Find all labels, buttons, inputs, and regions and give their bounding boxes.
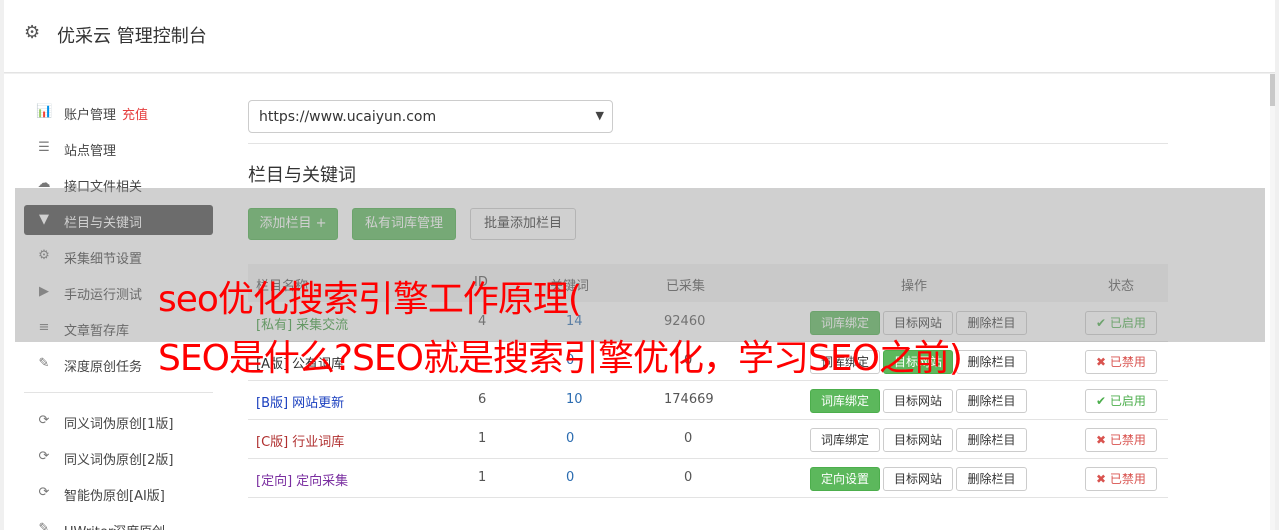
column-name-link[interactable]: [定向] 定向采集 bbox=[256, 470, 348, 489]
column-name: 行业词库 bbox=[292, 435, 345, 450]
cell-collected: 0 bbox=[684, 431, 693, 446]
app-header: ⚙ 优采云 管理控制台 bbox=[4, 0, 1275, 73]
cell-id: 1 bbox=[478, 470, 487, 485]
target-site-button[interactable]: 目标网站 bbox=[883, 467, 953, 491]
delete-column-button[interactable]: 删除栏目 bbox=[956, 428, 1027, 452]
server-icon: ☰ bbox=[38, 140, 50, 155]
status-label: 已禁用 bbox=[1109, 355, 1146, 369]
lib-bind-button[interactable]: 词库绑定 bbox=[810, 428, 880, 452]
sidebar-item-text: 深度原创任务 bbox=[64, 360, 143, 375]
lib-bind-button[interactable]: 词库绑定 bbox=[810, 389, 880, 413]
refresh-icon: ⟳ bbox=[38, 449, 50, 464]
sidebar-item-label: 站点管理 bbox=[64, 140, 116, 159]
sidebar-item-label: UWriter深度原创 bbox=[64, 521, 165, 530]
refresh-icon: ⟳ bbox=[38, 485, 50, 500]
sidebar-item-text: 账户管理 bbox=[64, 108, 117, 123]
sidebar-item-label: 深度原创任务 bbox=[64, 356, 142, 375]
edit-icon: ✎ bbox=[38, 356, 50, 371]
cell-words[interactable]: 0 bbox=[566, 470, 574, 485]
cross-icon: ✖ bbox=[1096, 472, 1110, 486]
chevron-down-icon: ▼ bbox=[595, 109, 604, 122]
column-tag: [B版] bbox=[256, 396, 289, 411]
table-row: [B版] 网站更新 6 10 174669 词库绑定 目标网站 删除栏目 ✔ 已启用 bbox=[248, 381, 1168, 420]
app-title: 优采云 管理控制台 bbox=[57, 26, 207, 47]
sidebar-item[interactable]: ⟳ 同义词伪原创[2版] bbox=[24, 442, 213, 472]
lib-bind-button[interactable]: 定向设置 bbox=[810, 467, 880, 491]
sidebar-item[interactable]: 📊 账户管理 充值 bbox=[24, 97, 213, 127]
sidebar-item-label: 同义词伪原创[2版] bbox=[64, 449, 173, 468]
column-name-link[interactable]: [B版] 网站更新 bbox=[256, 392, 344, 411]
sidebar-item-text: 智能伪原创[AI版] bbox=[64, 489, 165, 504]
sidebar-item-label: 智能伪原创[AI版] bbox=[64, 485, 165, 504]
sidebar-item-text: 同义词伪原创[1版] bbox=[64, 417, 174, 432]
disabled-toggle[interactable]: ✖ 已禁用 bbox=[1085, 467, 1157, 491]
refresh-icon: ⟳ bbox=[38, 413, 50, 428]
status-label: 已禁用 bbox=[1109, 433, 1146, 447]
sidebar-item[interactable]: ⟳ 同义词伪原创[1版] bbox=[24, 406, 213, 436]
sidebar-item[interactable]: ✎ UWriter深度原创 bbox=[24, 514, 213, 530]
sidebar-item-text: 站点管理 bbox=[64, 144, 117, 159]
scrollbar-thumb[interactable] bbox=[1270, 74, 1275, 106]
sidebar-item-label: 同义词伪原创[1版] bbox=[64, 413, 173, 432]
site-select-value: https://www.ucaiyun.com bbox=[259, 109, 437, 125]
cell-collected: 174669 bbox=[664, 392, 714, 407]
delete-column-button[interactable]: 删除栏目 bbox=[956, 467, 1027, 491]
delete-column-button[interactable]: 删除栏目 bbox=[956, 389, 1027, 413]
column-tag: [C版] bbox=[256, 435, 289, 450]
divider bbox=[248, 143, 1168, 144]
delete-column-button[interactable]: 删除栏目 bbox=[956, 350, 1027, 374]
disabled-toggle[interactable]: ✖ 已禁用 bbox=[1085, 428, 1157, 452]
scrollbar[interactable] bbox=[1270, 74, 1275, 530]
column-tag: [定向] bbox=[256, 474, 293, 489]
sidebar-item-text: 同义词伪原创[2版] bbox=[64, 453, 174, 468]
target-site-button[interactable]: 目标网站 bbox=[883, 428, 953, 452]
status-label: 已禁用 bbox=[1109, 472, 1146, 486]
bar-chart-icon: 📊 bbox=[36, 104, 53, 119]
edit-icon: ✎ bbox=[38, 521, 50, 530]
recharge-link[interactable]: 充值 bbox=[122, 108, 148, 123]
cross-icon: ✖ bbox=[1096, 355, 1110, 369]
sidebar-item-label: 账户管理 充值 bbox=[64, 104, 148, 123]
cell-id: 1 bbox=[478, 431, 487, 446]
gear-icon: ⚙ bbox=[24, 22, 41, 43]
cell-collected: 0 bbox=[684, 470, 693, 485]
overlay-line-2: SEO是什么?SEO就是搜索引擎优化，学习SEO之前) bbox=[158, 338, 963, 379]
overlay-line-1: seo优化搜索引擎工作原理( bbox=[158, 279, 582, 320]
sidebar-item-text: UWriter深度原创 bbox=[64, 525, 165, 530]
cross-icon: ✖ bbox=[1096, 433, 1110, 447]
status-label: 已启用 bbox=[1109, 394, 1146, 408]
cell-words[interactable]: 0 bbox=[566, 431, 574, 446]
target-site-button[interactable]: 目标网站 bbox=[883, 389, 953, 413]
section-title: 栏目与关键词 bbox=[248, 165, 356, 186]
site-select[interactable]: https://www.ucaiyun.com ▼ bbox=[248, 100, 613, 133]
enabled-toggle[interactable]: ✔ 已启用 bbox=[1085, 389, 1157, 413]
check-icon: ✔ bbox=[1096, 394, 1110, 408]
column-name: 网站更新 bbox=[292, 396, 345, 411]
sidebar-item[interactable]: ⟳ 智能伪原创[AI版] bbox=[24, 478, 213, 508]
cell-words[interactable]: 10 bbox=[566, 392, 583, 407]
sidebar-item[interactable]: ☰ 站点管理 bbox=[24, 133, 213, 163]
column-name: 定向采集 bbox=[296, 474, 349, 489]
table-row: [C版] 行业词库 1 0 0 词库绑定 目标网站 删除栏目 ✖ 已禁用 bbox=[248, 420, 1168, 459]
disabled-toggle[interactable]: ✖ 已禁用 bbox=[1085, 350, 1157, 374]
table-row: [定向] 定向采集 1 0 0 定向设置 目标网站 删除栏目 ✖ 已禁用 bbox=[248, 459, 1168, 498]
cell-id: 6 bbox=[478, 392, 487, 407]
column-name-link[interactable]: [C版] 行业词库 bbox=[256, 431, 344, 450]
sidebar-divider bbox=[24, 392, 213, 393]
